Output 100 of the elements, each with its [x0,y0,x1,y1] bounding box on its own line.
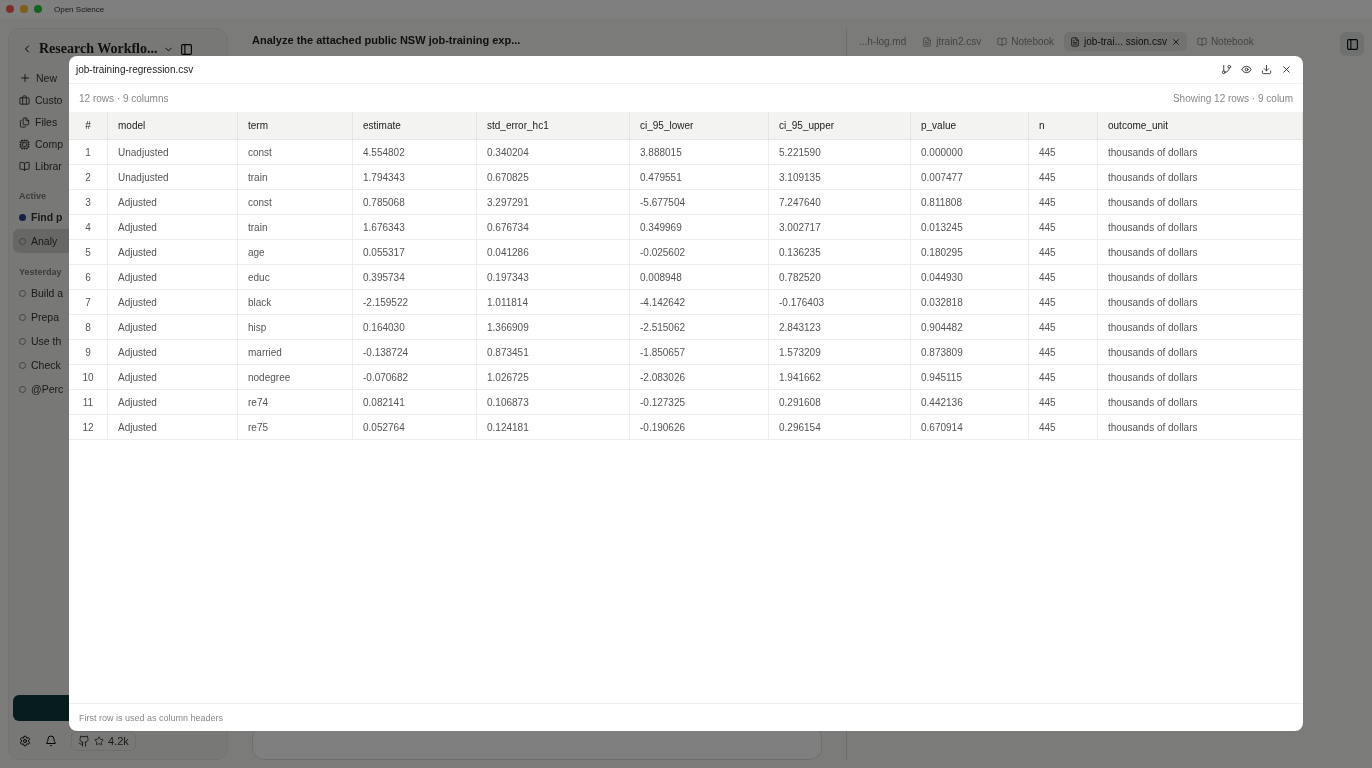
table-cell: 3.297291 [477,190,630,215]
table-cell: 0.782520 [769,265,911,290]
footer-note: First row is used as column headers [69,703,1303,731]
table-cell: 3.109135 [769,165,911,190]
table-cell: Adjusted [108,290,238,315]
table-cell: -0.070682 [353,365,477,390]
table-cell: Adjusted [108,340,238,365]
table-cell: 445 [1029,165,1098,190]
table-cell: 0.945115 [911,365,1029,390]
row-number: 9 [69,340,108,365]
table-cell: Unadjusted [108,140,238,165]
table-cell: -0.190626 [630,415,769,440]
table-cell: 0.670825 [477,165,630,190]
table-cell: -5.677504 [630,190,769,215]
table-cell: 0.008948 [630,265,769,290]
table-cell: -2.515062 [630,315,769,340]
table-cell: 7.247640 [769,190,911,215]
table-cell: thousands of dollars [1098,340,1303,365]
column-header: estimate [353,112,477,140]
table-cell: Adjusted [108,190,238,215]
table-cell: 445 [1029,240,1098,265]
section-heading: Active [18,190,47,203]
showing-count: Showing 12 rows · 9 colum [1172,92,1293,104]
table-cell: -0.176403 [769,290,911,315]
table-cell: Adjusted [108,240,238,265]
table-cell: 2.843123 [769,315,911,340]
row-number: 5 [69,240,108,265]
table-cell: 0.811808 [911,190,1029,215]
table-cell: train [238,215,353,240]
table-cell: age [238,240,353,265]
table-summary: 12 rows · 9 columns [79,92,169,104]
row-number: 3 [69,190,108,215]
table-cell: 0.013245 [911,215,1029,240]
row-number: 4 [69,215,108,240]
column-header: # [69,112,108,140]
table-cell: black [238,290,353,315]
table-cell: -1.850657 [630,340,769,365]
row-number: 12 [69,415,108,440]
column-header: std_error_hc1 [477,112,630,140]
table-cell: 0.041286 [477,240,630,265]
table-cell: 445 [1029,315,1098,340]
table-cell: 0.180295 [911,240,1029,265]
table-cell: thousands of dollars [1098,390,1303,415]
table-cell: -0.127325 [630,390,769,415]
row-number: 8 [69,315,108,340]
table-cell: 445 [1029,190,1098,215]
table-cell: married [238,340,353,365]
table-cell: 445 [1029,265,1098,290]
table-cell: 0.044930 [911,265,1029,290]
table-cell: hisp [238,315,353,340]
table-cell: 0.082141 [353,390,477,415]
chat-title: Analyze the attached public NSW job-training exp... [252,33,522,46]
row-number: 10 [69,365,108,390]
column-header: term [238,112,353,140]
table-cell: 1.366909 [477,315,630,340]
column-header: p_value [911,112,1029,140]
table-cell: Adjusted [108,390,238,415]
table-cell: 0.676734 [477,215,630,240]
row-number: 2 [69,165,108,190]
table-cell: Unadjusted [108,165,238,190]
table-cell: 445 [1029,140,1098,165]
table-cell: re74 [238,390,353,415]
table-cell: 445 [1029,215,1098,240]
table-cell: 3.888015 [630,140,769,165]
table-cell: 0.873809 [911,340,1029,365]
table-cell: 1.941662 [769,365,911,390]
column-header: model [108,112,238,140]
table-cell: thousands of dollars [1098,415,1303,440]
table-cell: re75 [238,415,353,440]
table-cell: 0.395734 [353,265,477,290]
table-cell: nodegree [238,365,353,390]
table-cell: Adjusted [108,365,238,390]
table-cell: 445 [1029,415,1098,440]
table-cell: thousands of dollars [1098,165,1303,190]
table-cell: 0.032818 [911,290,1029,315]
table-cell: thousands of dollars [1098,265,1303,290]
table-cell: 0.340204 [477,140,630,165]
table-cell: 1.676343 [353,215,477,240]
row-number: 6 [69,265,108,290]
table-cell: thousands of dollars [1098,315,1303,340]
column-header: ci_95_lower [630,112,769,140]
table-cell: thousands of dollars [1098,290,1303,315]
column-header: n [1029,112,1098,140]
table-cell: const [238,190,353,215]
table-cell: Adjusted [108,265,238,290]
table-cell: 0.349969 [630,215,769,240]
table-cell: 0.106873 [477,390,630,415]
table-cell: -4.142642 [630,290,769,315]
table-cell: 0.291608 [769,390,911,415]
table-cell: 0.055317 [353,240,477,265]
table-cell: 1.011814 [477,290,630,315]
table-cell: Adjusted [108,315,238,340]
table-cell: 0.785068 [353,190,477,215]
table-cell: 0.124181 [477,415,630,440]
table-cell: 0.007477 [911,165,1029,190]
table-cell: 0.873451 [477,340,630,365]
table-cell: thousands of dollars [1098,365,1303,390]
table-cell: 0.479551 [630,165,769,190]
table-cell: 0.136235 [769,240,911,265]
column-header: ci_95_upper [769,112,911,140]
